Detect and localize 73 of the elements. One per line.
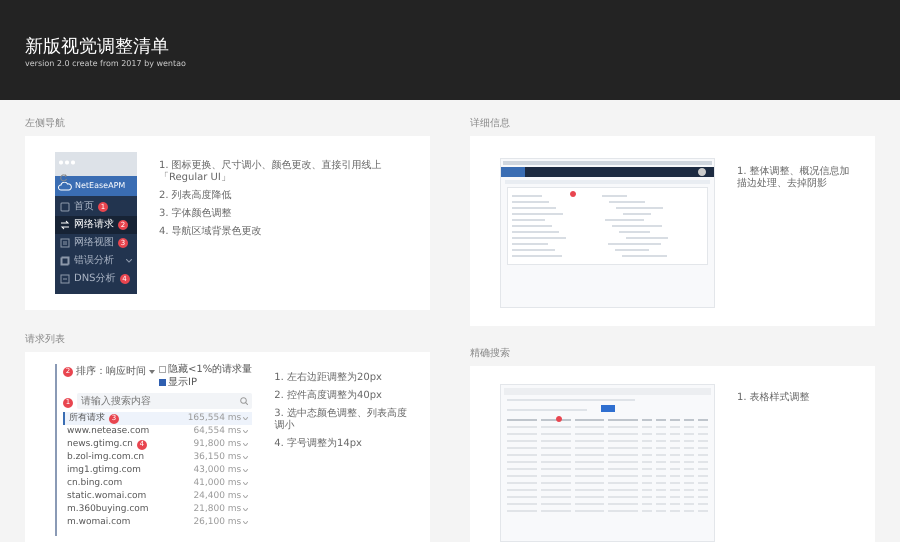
- note-text: 3. 选中态颜色调整、列表高度调小: [274, 408, 408, 432]
- note-text: 1. 整体调整、概况信息加描边处理、去掉阴影: [737, 166, 851, 190]
- caret-icon: [149, 370, 155, 374]
- nav-label: 错误分析: [74, 255, 114, 267]
- duration-value: 26,100 ms: [193, 516, 242, 529]
- duration-value: 165,554 ms: [188, 412, 242, 425]
- duration-value: 36,150 ms: [193, 450, 242, 464]
- chevron-icon: [243, 469, 248, 472]
- host-name: www.netease.com: [67, 424, 150, 438]
- dropdown-label: 排序：响应时间: [76, 364, 146, 379]
- chevron-icon: [243, 456, 248, 459]
- nav-item[interactable]: 错误分析: [55, 252, 137, 270]
- note-text: 4. 字号调整为14px: [274, 438, 363, 450]
- nav-icon: [60, 256, 70, 266]
- nav-icon: [60, 274, 70, 284]
- request-row[interactable]: m.360buying.com 21,800 ms: [63, 503, 252, 516]
- chevron-icon: [243, 521, 248, 524]
- host-name: 所有请求: [69, 412, 105, 425]
- duration-value: 91,800 ms: [193, 438, 242, 451]
- page-title: 新版视觉调整清单: [25, 36, 170, 58]
- nav-label: 首页: [74, 201, 94, 213]
- search-icon: [240, 397, 248, 405]
- duration-value: 41,000 ms: [193, 476, 242, 490]
- nav-label: 网络请求: [74, 219, 114, 231]
- nav-label: 网络视图: [74, 237, 114, 249]
- page-subtitle: version 2.0 create from 2017 by wentao: [25, 58, 187, 70]
- checkbox-label: 显示IP: [168, 377, 197, 388]
- nav-icon: [60, 202, 70, 212]
- note-text: 3. 字体颜色调整: [159, 208, 233, 220]
- section-title: 精确搜索: [470, 348, 511, 360]
- request-row[interactable]: m.womai.com 26,100 ms: [63, 516, 252, 529]
- chevron-icon: [243, 417, 248, 420]
- note-text: 1. 表格样式调整: [737, 392, 810, 404]
- host-name: img1.gtimg.com: [67, 464, 141, 477]
- request-row[interactable]: img1.gtimg.com 43,000 ms: [63, 464, 252, 477]
- nav-icon: [60, 220, 70, 230]
- nav-icon: [60, 238, 70, 248]
- reload-icon: [59, 172, 68, 182]
- checkbox-label: 隐藏<1%的请求量: [168, 364, 252, 375]
- nav-label: DNS分析: [74, 273, 116, 285]
- window-dots-icon: [59, 160, 75, 165]
- note-text: 2. 列表高度降低: [159, 190, 233, 202]
- section-title: 详细信息: [470, 118, 511, 130]
- host-name: m.360buying.com: [67, 502, 149, 516]
- host-name: static.womai.com: [67, 490, 146, 503]
- chevron-icon: [243, 495, 248, 498]
- duration-value: 64,554 ms: [193, 424, 242, 438]
- duration-value: 43,000 ms: [193, 464, 242, 477]
- chevron-icon: [243, 443, 248, 446]
- section-title: 请求列表: [25, 334, 66, 346]
- chevron-icon: [243, 482, 248, 485]
- request-row[interactable]: cn.bing.com 41,000 ms: [63, 477, 252, 490]
- host-name: cn.bing.com: [67, 476, 122, 490]
- host-name: b.zol-img.com.cn: [67, 450, 144, 464]
- chevron-icon: [243, 508, 248, 511]
- brand-name: NetEaseAPM: [75, 180, 126, 192]
- host-name: m.womai.com: [67, 516, 130, 529]
- note-text: 1. 图标更换、尺寸调小、颜色更改、直接引用线上「Regular UI」: [159, 160, 383, 184]
- note-text: 1. 左右边距调整为20px: [274, 372, 383, 384]
- search-field[interactable]: 请输入搜索内容: [77, 393, 252, 409]
- note-text: 2. 控件高度调整为40px: [274, 390, 383, 402]
- section-title: 左侧导航: [25, 118, 66, 130]
- duration-value: 24,400 ms: [193, 490, 242, 503]
- checkbox[interactable]: [159, 366, 166, 373]
- request-row[interactable]: b.zol-img.com.cn 36,150 ms: [63, 451, 252, 464]
- duration-value: 21,800 ms: [193, 502, 242, 516]
- host-name: news.gtimg.cn: [67, 438, 133, 451]
- chevron-icon: [243, 430, 248, 433]
- checkbox[interactable]: [159, 378, 166, 386]
- cloud-icon: [58, 182, 72, 190]
- request-row[interactable]: www.netease.com 64,554 ms: [63, 425, 252, 438]
- request-row[interactable]: static.womai.com 24,400 ms: [63, 490, 252, 503]
- note-text: 4. 导航区域背景色更改: [159, 226, 263, 238]
